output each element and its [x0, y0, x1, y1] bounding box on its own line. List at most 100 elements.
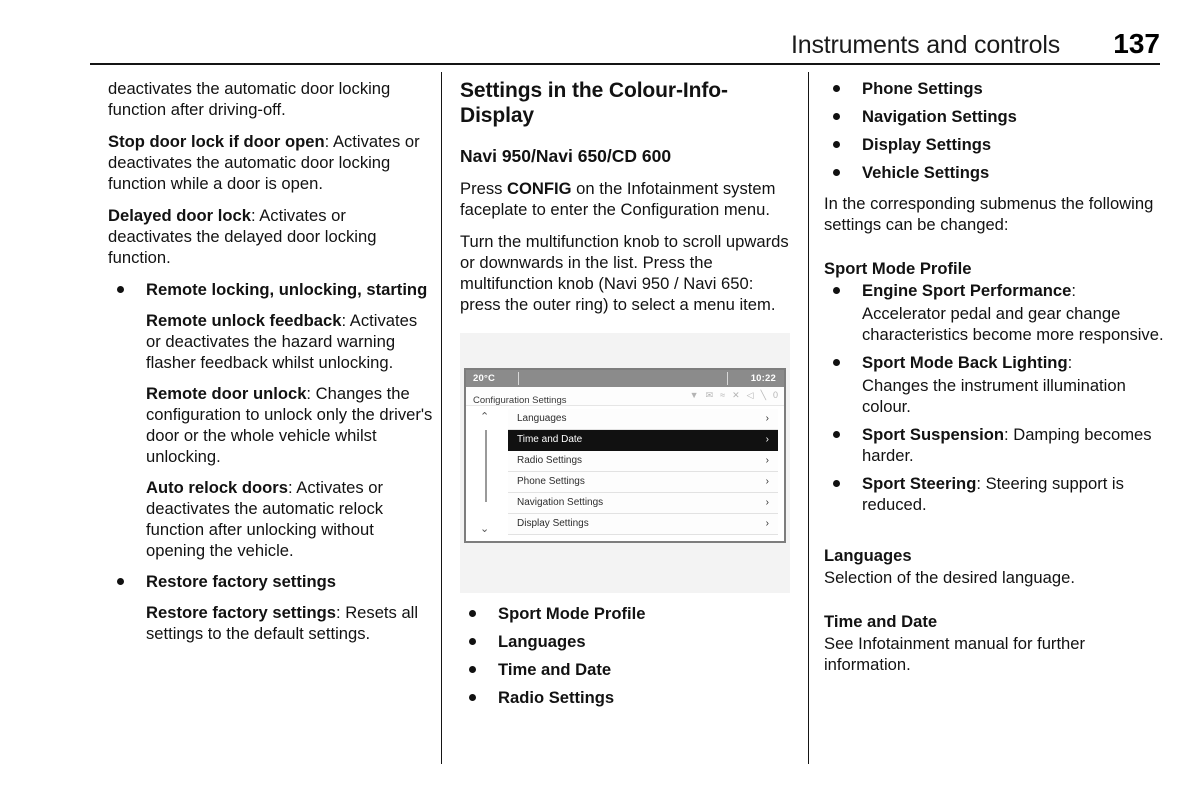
bullet-label: Vehicle Settings: [862, 163, 990, 182]
bullet-label: Time and Date: [498, 660, 612, 679]
bullet-icon: [469, 610, 476, 617]
mute-icon: ◁: [746, 390, 754, 400]
wifi-icon: ▼: [689, 390, 699, 400]
menu-bullet-list-middle: Sport Mode Profile Languages Time and Da…: [460, 603, 790, 708]
languages-heading: Languages: [824, 546, 912, 565]
scrollbar-thumb[interactable]: [485, 430, 487, 502]
continued-paragraph: deactivates the automatic door locking f…: [108, 79, 391, 119]
menu-item-label: Languages: [517, 413, 567, 424]
list-item: Remote locking, unlocking, starting: [108, 279, 433, 300]
list-item: Engine Sport Performance: Accelerator pe…: [824, 280, 1164, 345]
column-left: deactivates the automatic door locking f…: [108, 78, 433, 654]
column-right: Phone Settings Navigation Settings Displ…: [824, 78, 1164, 686]
infotainment-screen-figure: 20°C 10:22 Configuration Settings ▼ ✉ ≈ …: [460, 333, 790, 593]
setting-lead-suffix: :: [1067, 353, 1073, 372]
chevron-right-icon: ›: [765, 455, 769, 466]
bullet-icon: [469, 638, 476, 645]
bullet-icon: [469, 666, 476, 673]
clock-time: 10:22: [750, 373, 776, 384]
infotainment-screen: 20°C 10:22 Configuration Settings ▼ ✉ ≈ …: [464, 368, 786, 543]
setting-body: Changes the instrument illumination colo…: [862, 376, 1126, 416]
knob-instruction-paragraph: Turn the multifunction knob to scroll up…: [460, 232, 789, 314]
bullet-icon: [833, 113, 840, 120]
list-item: Sport Steering: Steering support is redu…: [824, 473, 1164, 515]
equalizer-icon: ≈: [720, 390, 726, 400]
sport-mode-entry-list: Engine Sport Performance: Accelerator pe…: [824, 280, 1164, 515]
bullet-icon: [833, 480, 840, 487]
menu-item-phone-settings[interactable]: Phone Settings ›: [508, 472, 778, 493]
configuration-menu-list: Languages › Time and Date › Radio Settin…: [508, 409, 778, 535]
setting-lead: Remote unlock feedback: [146, 311, 342, 330]
zero-icon: 0: [772, 390, 778, 400]
list-item: Languages: [460, 631, 790, 652]
restore-settings-block: Restore factory settings: Resets all set…: [108, 602, 433, 644]
column-divider-right: [808, 72, 809, 764]
time-and-date-body: See Infotainment manual for further info…: [824, 634, 1086, 674]
screen-scrollbar[interactable]: ⌃ ⌄: [466, 406, 506, 541]
page-title: Instruments and controls: [791, 31, 1060, 59]
bullet-label: Navigation Settings: [862, 107, 1017, 126]
paragraph-pre: Press: [460, 179, 508, 198]
bullet-label: Display Settings: [862, 135, 992, 154]
setting-lead: Sport Suspension: [862, 425, 1004, 444]
phone-icon: ╲: [760, 390, 766, 400]
setting-entry: Remote unlock feedback: Activates or dea…: [146, 310, 433, 373]
screen-title-bar: Configuration Settings ▼ ✉ ≈ ✕ ◁ ╲ 0: [466, 387, 784, 406]
setting-lead: Remote door unlock: [146, 384, 307, 403]
list-item: Sport Mode Profile: [460, 603, 790, 624]
setting-body: Accelerator pedal and gear change charac…: [862, 304, 1164, 344]
bullet-icon: [833, 359, 840, 366]
setting-entry: Delayed door lock: Activates or deactiva…: [108, 205, 433, 268]
menu-item-time-and-date[interactable]: Time and Date ›: [508, 430, 778, 451]
list-item: Sport Mode Back Lighting: Changes the in…: [824, 352, 1164, 417]
menu-item-languages[interactable]: Languages ›: [508, 409, 778, 430]
bullet-icon: [469, 694, 476, 701]
bullet-label: Radio Settings: [498, 688, 615, 707]
list-item: Phone Settings: [824, 78, 1164, 99]
menu-bullet-list-right: Phone Settings Navigation Settings Displ…: [824, 78, 1164, 183]
status-separator-right: [727, 372, 728, 385]
bullet-icon: [833, 141, 840, 148]
setting-lead-suffix: :: [1071, 281, 1076, 300]
status-separator-left: [518, 372, 519, 385]
config-key-label: CONFIG: [507, 179, 572, 198]
time-and-date-heading: Time and Date: [824, 612, 938, 631]
list-item: Vehicle Settings: [824, 162, 1164, 183]
list-item: Sport Suspension: Damping becomes harder…: [824, 424, 1164, 466]
page-header: Instruments and controls 137: [90, 28, 1160, 68]
section-heading: Settings in the Colour-Info-Display: [460, 79, 728, 127]
list-item: Radio Settings: [460, 687, 790, 708]
setting-lead: Stop door lock if door open: [108, 132, 325, 151]
list-item: Time and Date: [460, 659, 790, 680]
shuffle-icon: ✕: [732, 390, 740, 400]
bullet-label: Sport Mode Profile: [498, 604, 646, 623]
menu-item-label: Phone Settings: [517, 476, 585, 487]
setting-lead: Auto relock doors: [146, 478, 288, 497]
submenu-intro-paragraph: In the corresponding submenus the follow…: [824, 194, 1154, 234]
bullet-label: Languages: [498, 632, 586, 651]
menu-item-radio-settings[interactable]: Radio Settings ›: [508, 451, 778, 472]
setting-entry: Restore factory settings: Resets all set…: [146, 602, 433, 644]
page-number: 137: [1113, 28, 1160, 59]
chevron-right-icon: ›: [765, 434, 769, 445]
list-item: Restore factory settings: [108, 571, 433, 592]
chevron-right-icon: ›: [765, 518, 769, 529]
bullet-label: Restore factory settings: [146, 572, 336, 591]
menu-item-display-settings[interactable]: Display Settings ›: [508, 514, 778, 535]
remote-settings-block: Remote unlock feedback: Activates or dea…: [108, 310, 433, 561]
bullet-icon: [833, 287, 840, 294]
menu-item-label: Time and Date: [517, 434, 583, 445]
menu-item-navigation-settings[interactable]: Navigation Settings ›: [508, 493, 778, 514]
bullet-list-remote: Remote locking, unlocking, starting: [108, 279, 433, 300]
chevron-up-icon[interactable]: ⌃: [480, 412, 489, 423]
menu-item-label: Display Settings: [517, 518, 589, 529]
setting-entry: Remote door unlock: Changes the configur…: [146, 383, 433, 467]
sport-mode-heading: Sport Mode Profile: [824, 259, 972, 278]
languages-body: Selection of the desired language.: [824, 568, 1075, 587]
status-indicator-icons: ▼ ✉ ≈ ✕ ◁ ╲ 0: [690, 390, 778, 400]
setting-lead: Restore factory settings: [146, 603, 336, 622]
chevron-down-icon[interactable]: ⌄: [480, 524, 489, 535]
